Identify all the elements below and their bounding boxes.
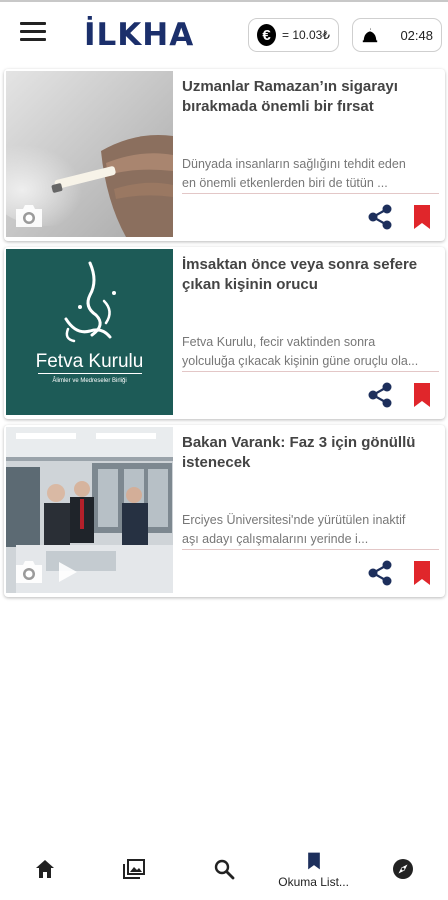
article-title[interactable]: İmsaktan önce veya sonra sefere çıkan ki…	[182, 255, 434, 295]
currency-rate-value: = 10.03₺	[281, 28, 330, 42]
summary-line: en önemli etkenlerden biri de tütün ...	[182, 176, 388, 190]
article-summary: Erciyes Üniversitesi'nde yürütülen inakt…	[182, 511, 440, 549]
article-thumbnail[interactable]: Fetva Kurulu Âlimler ve Medreseler Birli…	[6, 249, 173, 415]
bottom-navigation: Okuma List...	[0, 838, 448, 900]
prayer-time-value: 02:48	[400, 27, 433, 43]
divider	[182, 371, 439, 372]
home-icon	[35, 860, 54, 878]
compass-icon	[393, 859, 414, 879]
article-title[interactable]: Uzmanlar Ramazan’ın sigarayı bırakmada ö…	[182, 77, 434, 117]
article-summary: Dünyada insanların sağlığını tehdit eden…	[182, 155, 440, 193]
nav-label-reading-list: Okuma List...	[278, 874, 349, 889]
nav-item-home[interactable]	[0, 838, 90, 900]
nav-item-reading-list[interactable]: Okuma List...	[269, 838, 359, 900]
share-icon[interactable]	[367, 381, 393, 409]
news-card[interactable]: Fetva Kurulu Âlimler ve Medreseler Birli…	[4, 247, 445, 419]
bookmark-icon[interactable]	[412, 381, 432, 409]
search-icon	[214, 859, 235, 880]
article-thumbnail[interactable]	[6, 71, 173, 237]
news-card[interactable]: Uzmanlar Ramazan’ın sigarayı bırakmada ö…	[4, 69, 445, 241]
summary-line: yolculuğa çıkacak kişinin güne oruçlu ol…	[182, 354, 419, 368]
share-icon[interactable]	[367, 559, 393, 587]
prayer-time-button[interactable]: 02:48	[352, 18, 442, 52]
news-card[interactable]: Bakan Varank: Faz 3 için gönüllü istenec…	[4, 425, 445, 597]
summary-line: aşı adayı çalışmalarını yerinde i...	[182, 532, 369, 546]
image-logo-text: Fetva Kurulu	[36, 351, 144, 372]
share-icon[interactable]	[367, 203, 393, 231]
mosque-icon	[362, 27, 378, 43]
currency-rate-button[interactable]: € = 10.03₺	[248, 18, 339, 52]
bookmark-icon[interactable]	[412, 559, 432, 587]
article-title[interactable]: Bakan Varank: Faz 3 için gönüllü istenec…	[182, 433, 434, 473]
image-logo-subtext: Âlimler ve Medreseler Birliği	[52, 377, 126, 384]
bookmark-icon[interactable]	[412, 203, 432, 231]
camera-icon	[16, 205, 42, 227]
summary-line: Fetva Kurulu, fecir vaktinden sonra	[182, 335, 376, 349]
camera-icon	[16, 561, 42, 583]
ilkha-logo[interactable]: İLKHA	[84, 18, 194, 52]
fetva-kurulu-logo: Fetva Kurulu Âlimler ve Medreseler Birli…	[6, 249, 173, 415]
summary-line: Dünyada insanların sağlığını tehdit eden	[182, 157, 406, 171]
hamburger-menu-icon[interactable]	[20, 22, 46, 44]
divider	[182, 549, 439, 550]
article-thumbnail[interactable]	[6, 427, 173, 593]
nav-item-gallery[interactable]	[90, 838, 180, 900]
bookmark-icon	[307, 852, 320, 869]
summary-line: Erciyes Üniversitesi'nde yürütülen inakt…	[182, 513, 406, 527]
nav-item-search[interactable]	[179, 838, 269, 900]
play-icon	[59, 562, 77, 582]
app-header: İLKHA € = 10.03₺ 02:48	[0, 0, 448, 66]
article-summary: Fetva Kurulu, fecir vaktinden sonra yolc…	[182, 333, 440, 371]
gallery-icon	[123, 859, 146, 879]
euro-icon: €	[257, 24, 276, 46]
divider	[182, 193, 439, 194]
nav-item-explore[interactable]	[358, 838, 448, 900]
